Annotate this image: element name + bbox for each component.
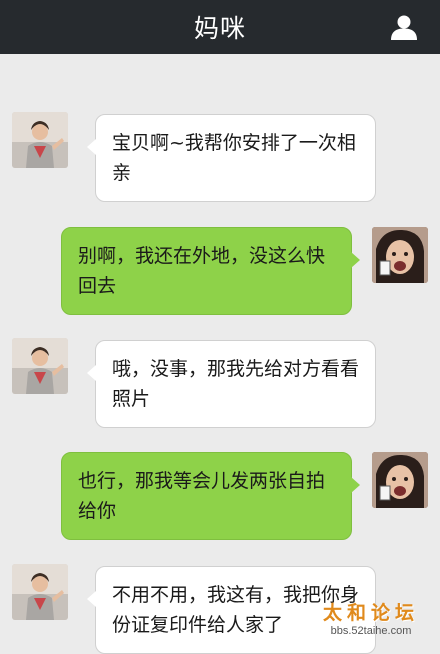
message-text: 别啊，我还在外地，没这么快回去 <box>78 245 326 297</box>
my-avatar[interactable] <box>372 227 428 283</box>
mom-avatar[interactable] <box>12 112 68 168</box>
site-watermark: 太和论坛 bbs.52taihe.com <box>308 602 434 642</box>
mom-avatar[interactable] <box>12 564 68 620</box>
person-icon[interactable] <box>390 14 418 40</box>
watermark-logo: 太和论坛 <box>322 602 419 624</box>
message-bubble-outgoing[interactable]: 也行，那我等会儿发两张自拍给你 <box>61 452 360 540</box>
message-bubble-incoming[interactable]: 哦，没事，那我先给对方看看照片 <box>87 340 376 428</box>
message-text: 也行，那我等会儿发两张自拍给你 <box>78 470 326 522</box>
message-text: 宝贝啊~我帮你安排了一次相亲 <box>112 132 356 184</box>
chat-title: 妈咪 <box>193 14 246 43</box>
my-avatar[interactable] <box>372 452 428 508</box>
message-bubble-incoming[interactable]: 宝贝啊~我帮你安排了一次相亲 <box>87 114 376 202</box>
watermark-url: bbs.52taihe.com <box>330 625 412 637</box>
message-list[interactable]: 宝贝啊~我帮你安排了一次相亲 别啊，我还在外地，没这么快回去 哦，没事，那我先给… <box>0 54 440 654</box>
mom-avatar[interactable] <box>12 338 68 394</box>
message-bubble-outgoing[interactable]: 别啊，我还在外地，没这么快回去 <box>61 227 360 315</box>
message-text: 哦，没事，那我先给对方看看照片 <box>112 358 360 410</box>
chat-header: 妈咪 <box>0 0 440 54</box>
